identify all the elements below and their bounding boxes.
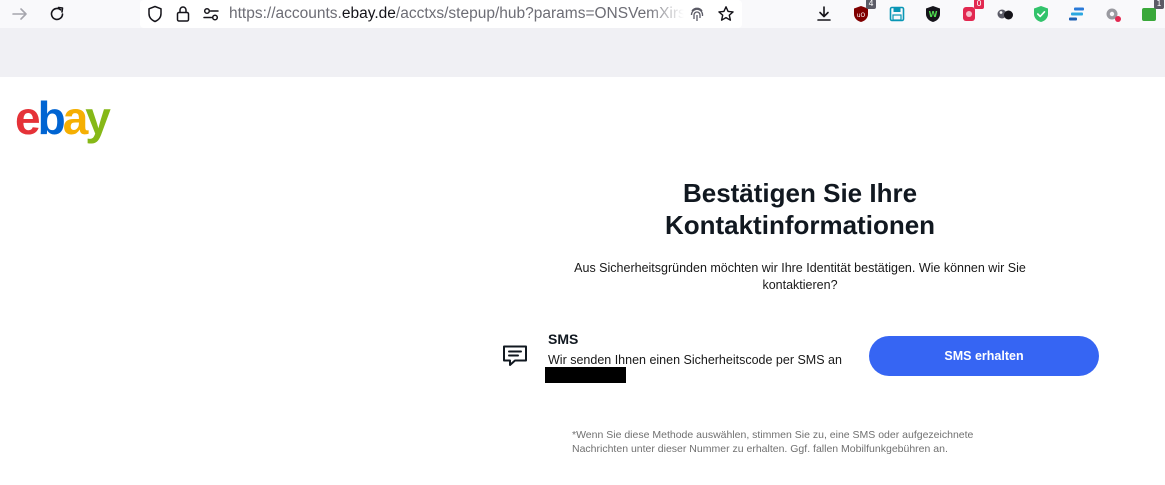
extension-ublock[interactable]: uO 4 (850, 0, 876, 24)
bookmark-star-button[interactable] (716, 4, 736, 24)
subtitle-line-1: Aus Sicherheitsgründen möchten wir Ihre … (574, 261, 1026, 275)
forward-button[interactable] (9, 3, 31, 25)
url-text[interactable]: https://accounts.ebay.de/acctxs/stepup/h… (229, 4, 684, 24)
lock-icon (176, 6, 190, 22)
circles-icon (997, 9, 1013, 20)
page-title-line-1: Bestätigen Sie Ihre (682, 178, 918, 208)
download-icon (817, 6, 831, 21)
arrow-right-icon (12, 8, 27, 20)
extension-gray[interactable] (994, 4, 1016, 24)
url-bar[interactable]: https://accounts.ebay.de/acctxs/stepup/h… (140, 0, 742, 28)
url-path: /acctxs/stepup/hub?params=ONSVemXirsu (395, 5, 684, 22)
page-subtitle: Aus Sicherheitsgründen möchten wir Ihre … (560, 260, 1040, 294)
permissions-icon (203, 7, 219, 21)
save-icon (889, 6, 905, 22)
gear-icon (1106, 8, 1121, 22)
fingerprint-button[interactable] (687, 4, 707, 24)
redacted-phone-number (545, 367, 626, 383)
green-shield-icon (1034, 6, 1048, 22)
browser-toolbar: https://accounts.ebay.de/acctxs/stepup/h… (0, 0, 1165, 28)
extension-green[interactable]: 1 (1138, 0, 1164, 24)
tracking-protection-button[interactable] (145, 4, 165, 24)
w-shield-icon: W (926, 6, 940, 22)
sms-icon (501, 343, 529, 369)
reload-button[interactable] (46, 3, 68, 25)
sms-option-description: Wir senden Ihnen einen Sicherheitscode p… (548, 353, 842, 367)
shield-icon (148, 5, 162, 23)
fingerprint-icon (690, 7, 704, 21)
site-info-button[interactable] (173, 4, 193, 24)
sms-option-title: SMS (548, 331, 579, 347)
chat-bubble-icon (503, 345, 527, 366)
extension-badge: 1 (1154, 0, 1164, 9)
ebay-logo-icon: ebay (15, 92, 114, 144)
bars-icon (1069, 7, 1084, 21)
page-content: ebay Bestätigen Sie Ihre Kontaktinformat… (0, 77, 1165, 485)
extension-gear[interactable] (1102, 4, 1124, 24)
url-domain: ebay.de (341, 5, 396, 22)
extension-blue[interactable] (1066, 4, 1088, 24)
svg-text:uO: uO (857, 12, 866, 19)
page-title-line-2: Kontaktinformationen (664, 210, 936, 240)
svg-text:ebay: ebay (15, 92, 111, 144)
permissions-button[interactable] (201, 4, 221, 24)
sms-disclaimer: *Wenn Sie diese Methode auswählen, stimm… (572, 429, 1032, 456)
disclaimer-line-2: Nachrichten unter dieser Nummer zu erhal… (572, 442, 948, 455)
url-prefix: https://accounts. (229, 5, 342, 22)
browser-tab-strip (0, 28, 1165, 77)
star-icon (718, 6, 734, 21)
reload-icon (50, 6, 64, 21)
ebay-logo[interactable]: ebay (15, 91, 135, 145)
extension-green-shield[interactable] (1030, 4, 1052, 24)
subtitle-line-2: kontaktieren? (762, 278, 838, 292)
extension-badge: 0 (974, 0, 984, 9)
page-title: Bestätigen Sie Ihre Kontaktinformationen (600, 177, 1000, 241)
downloads-button[interactable] (813, 4, 835, 24)
disclaimer-line-1: *Wenn Sie diese Methode auswählen, stimm… (572, 429, 974, 441)
svg-text:W: W (929, 10, 938, 19)
extension-red[interactable]: 0 (958, 0, 984, 24)
extension-shield-w[interactable]: W (922, 4, 944, 24)
get-sms-button[interactable]: SMS erhalten (869, 336, 1099, 376)
extension-save[interactable] (886, 4, 908, 24)
extension-badge: 4 (866, 0, 876, 9)
